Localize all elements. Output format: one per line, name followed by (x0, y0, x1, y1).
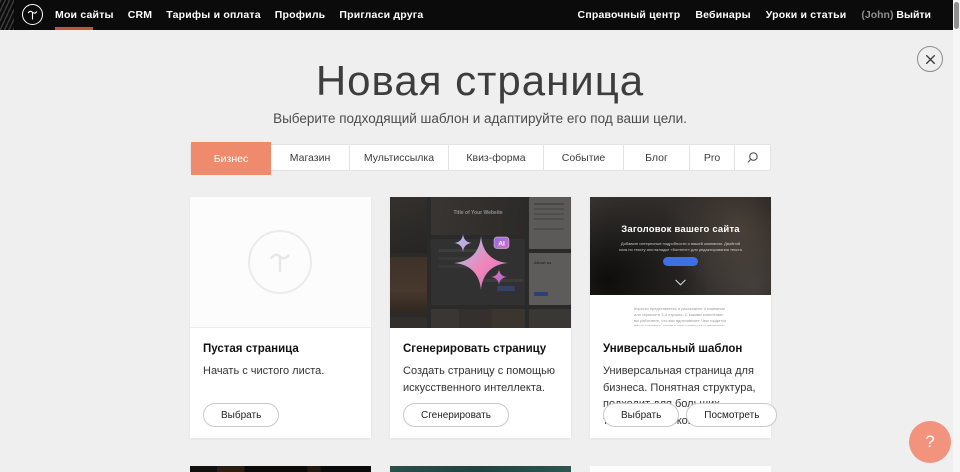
card-ai-generate[interactable]: Title of Your Website About us (390, 197, 571, 438)
chevron-down-icon (675, 279, 686, 286)
search-icon (746, 151, 759, 164)
tab-search[interactable] (735, 145, 770, 170)
page-title: Новая страница (0, 57, 960, 105)
tab-pro[interactable]: Pro (690, 145, 735, 170)
choose-blank-button[interactable]: Выбрать (203, 403, 279, 427)
next-row-card-preview[interactable] (590, 466, 771, 472)
tab-business[interactable]: Бизнес (191, 142, 271, 175)
nav-webinars[interactable]: Вебинары (695, 9, 750, 21)
user-logout[interactable]: (John) Выйти (861, 9, 931, 21)
nav-active-underline (55, 27, 93, 30)
nav-help-center[interactable]: Справочный центр (578, 9, 681, 21)
tab-store[interactable]: Магазин (271, 145, 350, 170)
next-row-card-preview[interactable] (390, 466, 571, 472)
help-button-label: ? (925, 432, 934, 452)
tab-multilink[interactable]: Мультиссылка (350, 145, 449, 170)
tab-event[interactable]: Событие (544, 145, 624, 170)
card-title: Пустая страница (203, 343, 358, 355)
tilda-t-glyph (25, 7, 40, 22)
nav-my-sites[interactable]: Мои сайты (55, 9, 114, 21)
topbar-texture (0, 0, 14, 30)
tilda-watermark-icon (248, 230, 312, 294)
card-title: Сгенерировать страницу (403, 343, 558, 355)
card-universal-template[interactable]: Заголовок вашего сайта Добавьте интересн… (590, 197, 771, 438)
card-blank-page[interactable]: Пустая страница Начать с чистого листа. … (190, 197, 371, 438)
hero-title: Заголовок вашего сайта (590, 224, 771, 235)
template-body-section: Коротко представьтесь и расскажите о ком… (590, 295, 771, 328)
page-subtitle: Выберите подходящий шаблон и адаптируйте… (0, 111, 960, 126)
logout-link[interactable]: Выйти (896, 9, 931, 21)
ai-badge-label: AI (498, 240, 505, 247)
tilda-logo-icon[interactable] (22, 4, 43, 25)
blank-page-preview (190, 197, 371, 328)
view-template-button[interactable]: Посмотреть (686, 403, 777, 427)
topbar-nav-right: Справочный центр Вебинары Уроки и статьи… (578, 0, 931, 30)
template-hero-image: Заголовок вашего сайта Добавьте интересн… (590, 197, 771, 295)
choose-template-button[interactable]: Выбрать (603, 403, 679, 427)
template-category-tabs: Бизнес Магазин Мультиссылка Квиз-форма С… (190, 144, 771, 171)
topbar: Мои сайты CRM Тарифы и оплата Профиль Пр… (0, 0, 953, 30)
nav-profile[interactable]: Профиль (275, 9, 326, 21)
nav-lessons[interactable]: Уроки и статьи (766, 9, 847, 21)
card-title: Универсальный шаблон (603, 343, 758, 355)
hero-subtitle: Добавьте интересные подробности о вашей … (618, 241, 743, 254)
next-row-card-preview[interactable] (190, 466, 371, 472)
nav-pricing[interactable]: Тарифы и оплата (166, 9, 261, 21)
user-name: (John) (861, 9, 893, 21)
template-body-text: Коротко представьтесь и расскажите о ком… (634, 306, 727, 326)
help-button[interactable]: ? (909, 421, 951, 463)
card-description: Начать с чистого листа. (203, 363, 358, 380)
generate-button[interactable]: Сгенерировать (403, 403, 509, 427)
ai-sparkle-icon: AI (390, 197, 571, 328)
tab-quiz-form[interactable]: Квиз-форма (449, 145, 544, 170)
tilda-t-glyph-gray (263, 245, 297, 279)
nav-invite-friend[interactable]: Пригласи друга (339, 9, 423, 21)
scrollbar-track[interactable] (953, 0, 960, 472)
template-preview: Заголовок вашего сайта Добавьте интересн… (590, 197, 771, 328)
topbar-nav-left: Мои сайты CRM Тарифы и оплата Профиль Пр… (55, 0, 423, 30)
ai-preview: Title of Your Website About us (390, 197, 571, 328)
hero-cta-button (663, 257, 698, 266)
nav-crm[interactable]: CRM (128, 9, 153, 21)
tab-blog[interactable]: Блог (624, 145, 690, 170)
scrollbar-thumb[interactable] (954, 2, 959, 29)
card-description: Создать страницу с помощью искусственног… (403, 363, 558, 396)
